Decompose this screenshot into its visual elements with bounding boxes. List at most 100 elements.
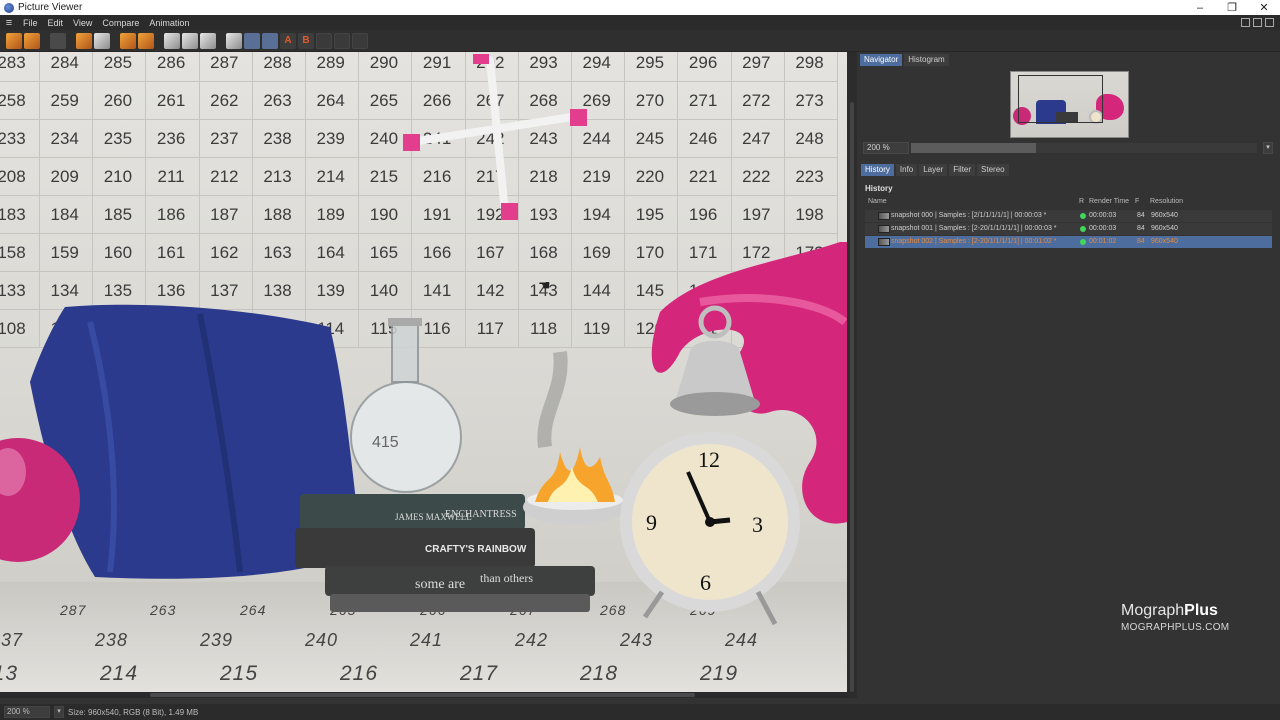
channel-icon[interactable] bbox=[120, 32, 136, 49]
brand-name-part: Mograph bbox=[1121, 602, 1185, 619]
svg-text:9: 9 bbox=[646, 510, 657, 535]
tab-histogram[interactable]: Histogram bbox=[904, 54, 949, 66]
status-dot-icon bbox=[1080, 213, 1086, 219]
layout-full-icon[interactable] bbox=[1265, 18, 1274, 27]
toolbar-separator bbox=[218, 33, 224, 49]
toolbar-separator bbox=[156, 33, 162, 49]
history-header: Name R Render Time F Resolution bbox=[865, 198, 1272, 208]
zoom-slider[interactable] bbox=[911, 143, 1257, 153]
brand-name-bold: Plus bbox=[1184, 602, 1218, 619]
render-viewport[interactable]: 2832842852862872882892902912922932942952… bbox=[0, 52, 847, 692]
hamburger-menu-icon[interactable]: ≡ bbox=[0, 17, 18, 29]
column-f[interactable]: F bbox=[1135, 198, 1139, 205]
menu-edit[interactable]: Edit bbox=[43, 18, 69, 28]
menu-animation[interactable]: Animation bbox=[144, 18, 194, 28]
menu-bar: ≡ File Edit View Compare Animation bbox=[0, 15, 1280, 30]
maximize-button[interactable]: ❐ bbox=[1216, 1, 1248, 14]
book-title: some are bbox=[415, 577, 465, 592]
render-time: 00:00:03 bbox=[1089, 212, 1117, 219]
column-r[interactable]: R bbox=[1079, 198, 1084, 205]
flip-icon[interactable] bbox=[352, 32, 368, 49]
glass-flask-object: 415 bbox=[350, 318, 462, 493]
snapshot-name: snapshot 002 | Samples : [2-20/1/1/1/1/1… bbox=[891, 238, 1057, 245]
fit-window-icon[interactable] bbox=[164, 32, 180, 49]
info-tabs: History Info Layer Filter Stereo bbox=[861, 164, 1009, 176]
frame: 84 bbox=[1137, 212, 1145, 219]
book-title: CRAFTY'S RAINBOW bbox=[425, 544, 527, 555]
viewport-scrollbar-horizontal[interactable] bbox=[0, 692, 847, 698]
side-panel: Navigator Histogram 200 % ▾ History Info… bbox=[857, 52, 1280, 704]
tab-stereo[interactable]: Stereo bbox=[977, 164, 1009, 176]
column-render-time[interactable]: Render Time bbox=[1089, 198, 1129, 205]
frame: 84 bbox=[1137, 238, 1145, 245]
render-region-icon[interactable] bbox=[50, 32, 66, 49]
fire-bowl-object bbox=[523, 351, 627, 525]
history-row[interactable]: snapshot 000 | Samples : [2/1/1/1/1/1] |… bbox=[865, 210, 1272, 222]
column-resolution[interactable]: Resolution bbox=[1150, 198, 1183, 205]
set-a-icon[interactable]: A bbox=[280, 32, 296, 49]
navigator-thumbnail[interactable] bbox=[1010, 71, 1129, 138]
svg-text:415: 415 bbox=[372, 434, 399, 451]
tab-navigator[interactable]: Navigator bbox=[860, 54, 903, 66]
svg-text:6: 6 bbox=[700, 570, 711, 595]
compare-icon[interactable] bbox=[226, 32, 242, 49]
zoom-dropdown-icon[interactable]: ▾ bbox=[1263, 142, 1273, 154]
tab-info[interactable]: Info bbox=[895, 164, 918, 176]
close-button[interactable]: ✕ bbox=[1248, 1, 1280, 14]
zoom-control: 200 % ▾ bbox=[863, 142, 1275, 154]
status-bar: 200 % ▾ Size: 960x540, RGB (8 Bit), 1.49… bbox=[0, 704, 1280, 720]
history-row[interactable]: snapshot 001 | Samples : [2-20/1/1/1/1/1… bbox=[865, 223, 1272, 235]
history-row-selected[interactable]: snapshot 002 | Samples : [2-20/1/1/1/1/1… bbox=[865, 236, 1272, 248]
layout-split-icon[interactable] bbox=[1253, 18, 1262, 27]
column-name[interactable]: Name bbox=[868, 198, 887, 205]
fit-screen-icon[interactable] bbox=[182, 32, 198, 49]
tab-filter[interactable]: Filter bbox=[949, 164, 976, 176]
resolution: 960x540 bbox=[1151, 212, 1178, 219]
resolution: 960x540 bbox=[1151, 238, 1178, 245]
menu-view[interactable]: View bbox=[68, 18, 97, 28]
snapshot-name: snapshot 001 | Samples : [2-20/1/1/1/1/1… bbox=[891, 225, 1057, 232]
menu-compare[interactable]: Compare bbox=[97, 18, 144, 28]
status-zoom-dropdown-icon[interactable]: ▾ bbox=[54, 706, 64, 718]
split-horizontal-icon[interactable] bbox=[244, 32, 260, 49]
status-zoom-input[interactable]: 200 % bbox=[4, 706, 50, 718]
open-file-icon[interactable] bbox=[6, 32, 22, 49]
image-info: Size: 960x540, RGB (8 Bit), 1.49 MB bbox=[68, 707, 199, 717]
layout-icons bbox=[1241, 18, 1280, 27]
cursor-hand-icon: ☚ bbox=[538, 278, 551, 294]
toolbar-separator bbox=[112, 33, 118, 49]
swap-icon[interactable] bbox=[316, 32, 332, 49]
set-b-icon[interactable]: B bbox=[298, 32, 314, 49]
toolbar-separator bbox=[68, 33, 74, 49]
toolbar: A B bbox=[0, 30, 1280, 52]
crop-icon[interactable] bbox=[76, 32, 92, 49]
zoom-slider-fill bbox=[911, 143, 1036, 153]
save-file-icon[interactable] bbox=[24, 32, 40, 49]
zoom-input[interactable]: 200 % bbox=[863, 142, 909, 154]
menu-file[interactable]: File bbox=[18, 18, 43, 28]
render-time: 00:01:02 bbox=[1089, 238, 1117, 245]
scrollbar-thumb[interactable] bbox=[850, 102, 854, 692]
svg-text:12: 12 bbox=[698, 447, 720, 472]
tab-layer[interactable]: Layer bbox=[919, 164, 948, 176]
resolution: 960x540 bbox=[1151, 225, 1178, 232]
scrollbar-thumb[interactable] bbox=[150, 693, 695, 697]
split-vertical-icon[interactable] bbox=[262, 32, 278, 49]
viewport-scrollbar-vertical[interactable] bbox=[847, 52, 857, 698]
minimize-button[interactable]: – bbox=[1184, 2, 1216, 14]
navigator-tabs: Navigator Histogram bbox=[860, 54, 949, 66]
title-bar: Picture Viewer – ❐ ✕ bbox=[0, 0, 1280, 15]
tab-history[interactable]: History bbox=[861, 164, 894, 176]
toolbar-separator bbox=[42, 33, 48, 49]
snapshot-name: snapshot 000 | Samples : [2/1/1/1/1/1] |… bbox=[891, 212, 1047, 219]
difference-icon[interactable] bbox=[334, 32, 350, 49]
svg-text:3: 3 bbox=[752, 512, 763, 537]
status-dot-icon bbox=[1080, 226, 1086, 232]
filter-icon[interactable] bbox=[200, 32, 216, 49]
navigator-view-box[interactable] bbox=[1018, 75, 1103, 123]
layout-single-icon[interactable] bbox=[1241, 18, 1250, 27]
snapshot-thumbnail bbox=[878, 238, 890, 246]
layer-icon[interactable] bbox=[138, 32, 154, 49]
person-icon[interactable] bbox=[94, 32, 110, 49]
pink-cross-object bbox=[403, 54, 587, 220]
